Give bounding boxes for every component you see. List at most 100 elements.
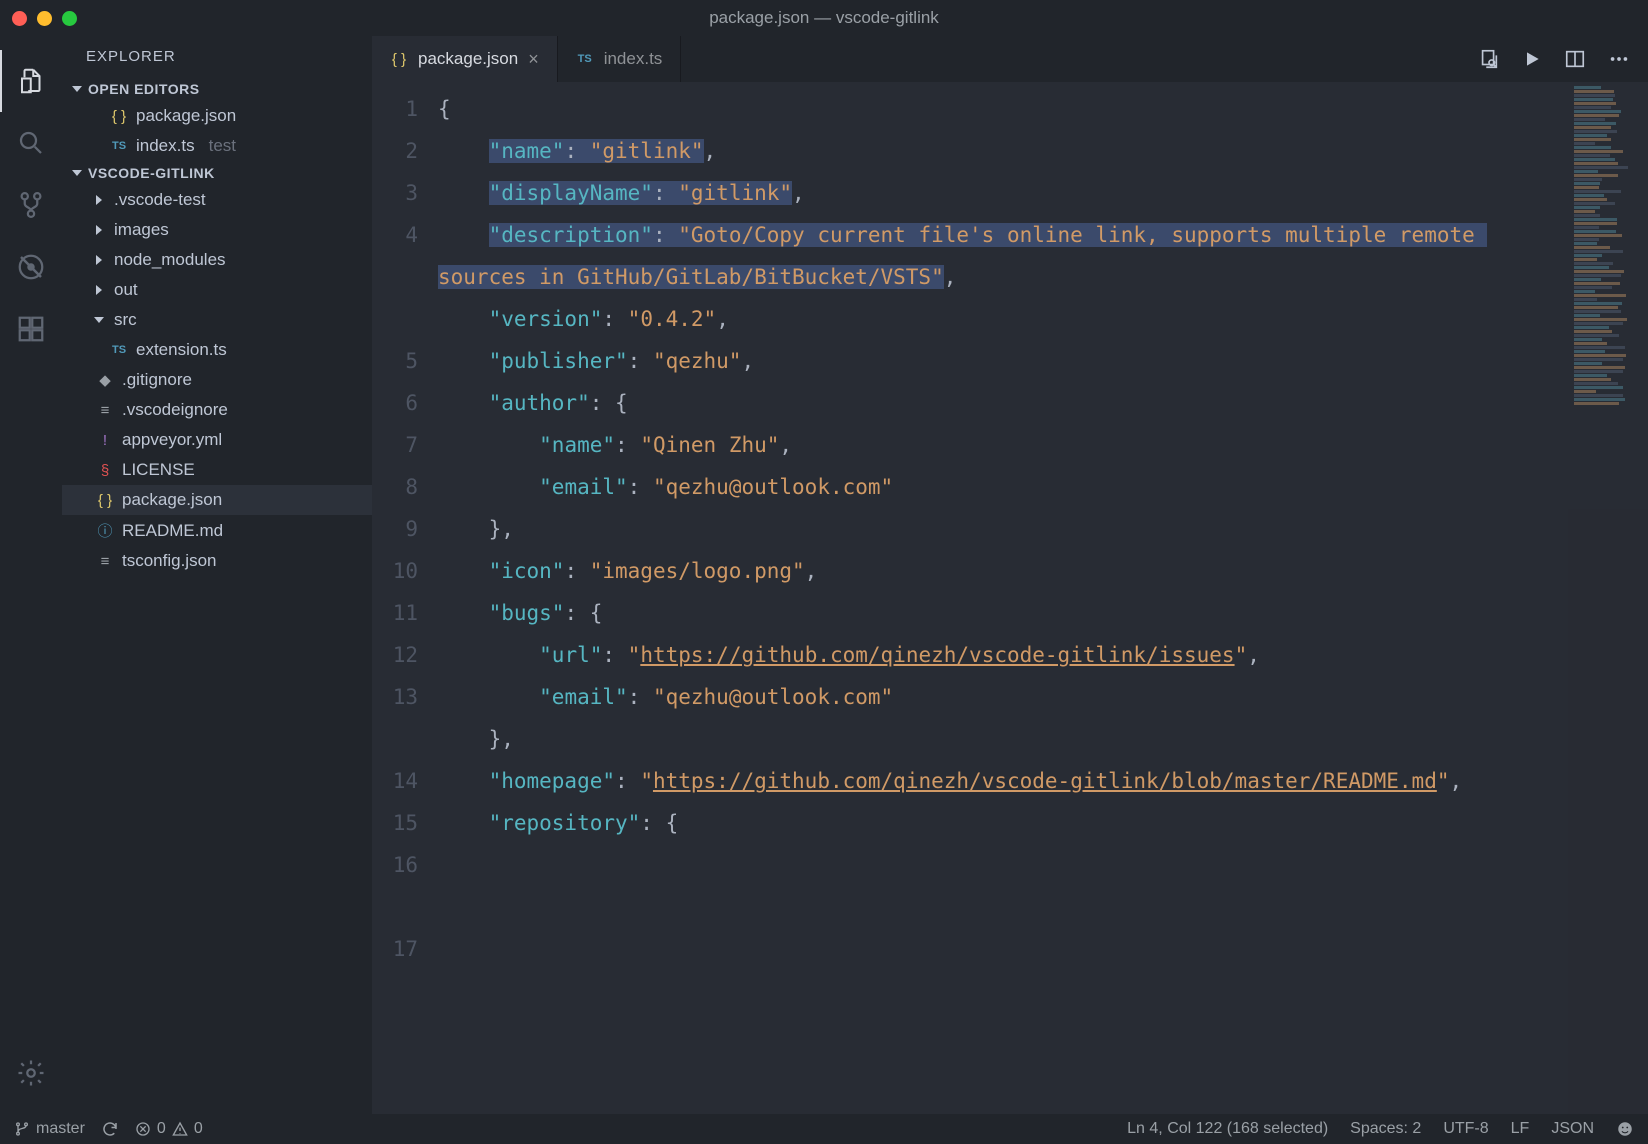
statusbar: master 0 0 Ln 4, Col 122 (168 selected) …: [0, 1114, 1648, 1144]
editor-tab[interactable]: TSindex.ts: [558, 36, 682, 82]
item-name: .vscode-test: [114, 190, 206, 210]
code-line[interactable]: "email": "qezhu@outlook.com": [438, 466, 1558, 508]
open-changes-icon[interactable]: [1478, 48, 1500, 70]
workspace-header[interactable]: VSCODE-GITLINK: [62, 161, 372, 185]
item-name: out: [114, 280, 138, 300]
file-suffix: test: [209, 136, 236, 156]
settings-gear-icon[interactable]: [0, 1042, 62, 1104]
editor-tab[interactable]: { }package.json×: [372, 36, 558, 82]
item-name: node_modules: [114, 250, 226, 270]
close-window-button[interactable]: [12, 11, 27, 26]
editor-body[interactable]: 1234567891011121314151617 { "name": "git…: [372, 82, 1648, 1114]
maximize-window-button[interactable]: [62, 11, 77, 26]
eol[interactable]: LF: [1511, 1120, 1530, 1138]
folder-item[interactable]: images: [62, 215, 372, 245]
code-line[interactable]: "name": "Qinen Zhu",: [438, 424, 1558, 466]
file-item[interactable]: ◆.gitignore: [62, 365, 372, 395]
workspace-label: VSCODE-GITLINK: [88, 165, 215, 181]
problems[interactable]: 0 0: [135, 1120, 203, 1138]
cursor-position[interactable]: Ln 4, Col 122 (168 selected): [1127, 1120, 1328, 1138]
file-item[interactable]: { }package.json: [62, 485, 372, 515]
indentation[interactable]: Spaces: 2: [1350, 1120, 1421, 1138]
file-name: package.json: [136, 106, 236, 126]
code-line[interactable]: "url": "https://github.com/qinezh/vscode…: [438, 634, 1558, 676]
editor-area: { }package.json×TSindex.ts 1234567891011…: [372, 36, 1648, 1114]
close-tab-icon[interactable]: ×: [528, 49, 539, 70]
feedback-icon[interactable]: [1616, 1120, 1634, 1138]
item-name: .gitignore: [122, 370, 192, 390]
run-icon[interactable]: [1522, 49, 1542, 69]
item-name: src: [114, 310, 137, 330]
language-mode[interactable]: JSON: [1551, 1120, 1594, 1138]
folder-item[interactable]: out: [62, 275, 372, 305]
code-line[interactable]: "bugs": {: [438, 592, 1558, 634]
code-line[interactable]: },: [438, 718, 1558, 760]
code[interactable]: { "name": "gitlink", "displayName": "git…: [438, 82, 1648, 1114]
folder-arrow-icon: [96, 225, 102, 235]
folder-arrow-icon: [96, 195, 102, 205]
gutter: 1234567891011121314151617: [372, 82, 438, 1114]
code-line[interactable]: {: [438, 88, 1558, 130]
chevron-down-icon: [72, 170, 82, 176]
sidebar-title: EXPLORER: [62, 36, 372, 77]
folder-item[interactable]: .vscode-test: [62, 185, 372, 215]
sync-icon[interactable]: [101, 1120, 119, 1138]
explorer-icon[interactable]: [0, 50, 62, 112]
item-name: appveyor.yml: [122, 430, 222, 450]
file-item[interactable]: TSextension.ts: [62, 335, 372, 365]
folder-arrow-icon: [94, 317, 104, 323]
file-item[interactable]: §LICENSE: [62, 455, 372, 485]
folder-arrow-icon: [96, 255, 102, 265]
git-branch[interactable]: master: [14, 1120, 85, 1138]
item-name: README.md: [122, 521, 223, 541]
item-name: images: [114, 220, 169, 240]
file-item[interactable]: ≡tsconfig.json: [62, 546, 372, 576]
extensions-icon[interactable]: [0, 298, 62, 360]
minimize-window-button[interactable]: [37, 11, 52, 26]
minimap[interactable]: [1568, 82, 1648, 1114]
item-name: extension.ts: [136, 340, 227, 360]
code-line[interactable]: "icon": "images/logo.png",: [438, 550, 1558, 592]
item-name: LICENSE: [122, 460, 195, 480]
code-line[interactable]: "homepage": "https://github.com/qinezh/v…: [438, 760, 1558, 802]
folder-item[interactable]: node_modules: [62, 245, 372, 275]
code-line[interactable]: },: [438, 508, 1558, 550]
warning-count: 0: [194, 1120, 203, 1138]
file-item[interactable]: ≡.vscodeignore: [62, 395, 372, 425]
search-icon[interactable]: [0, 112, 62, 174]
open-editors-header[interactable]: OPEN EDITORS: [62, 77, 372, 101]
titlebar: package.json — vscode-gitlink: [0, 0, 1648, 36]
split-editor-icon[interactable]: [1564, 48, 1586, 70]
tabs-bar: { }package.json×TSindex.ts: [372, 36, 1648, 82]
code-line[interactable]: "name": "gitlink",: [438, 130, 1558, 172]
item-name: .vscodeignore: [122, 400, 228, 420]
encoding[interactable]: UTF-8: [1443, 1120, 1488, 1138]
code-line[interactable]: "repository": {: [438, 802, 1558, 844]
open-editor-item[interactable]: { }package.json: [62, 101, 372, 131]
traffic-lights: [12, 11, 77, 26]
debug-icon[interactable]: [0, 236, 62, 298]
sidebar: EXPLORER OPEN EDITORS { }package.jsonTSi…: [62, 36, 372, 1114]
file-item[interactable]: ⓘREADME.md: [62, 515, 372, 546]
source-control-icon[interactable]: [0, 174, 62, 236]
error-count: 0: [157, 1120, 166, 1138]
tab-label: package.json: [418, 49, 518, 69]
code-line[interactable]: "publisher": "qezhu",: [438, 340, 1558, 382]
open-editor-item[interactable]: TSindex.tstest: [62, 131, 372, 161]
item-name: tsconfig.json: [122, 551, 217, 571]
item-name: package.json: [122, 490, 222, 510]
folder-item[interactable]: src: [62, 305, 372, 335]
activity-bar: [0, 36, 62, 1114]
folder-arrow-icon: [96, 285, 102, 295]
code-line[interactable]: "version": "0.4.2",: [438, 298, 1558, 340]
file-item[interactable]: !appveyor.yml: [62, 425, 372, 455]
more-actions-icon[interactable]: [1608, 48, 1630, 70]
code-line[interactable]: "email": "qezhu@outlook.com": [438, 676, 1558, 718]
code-line[interactable]: "displayName": "gitlink",: [438, 172, 1558, 214]
chevron-down-icon: [72, 86, 82, 92]
branch-name: master: [36, 1120, 85, 1138]
code-line[interactable]: "author": {: [438, 382, 1558, 424]
open-editors-label: OPEN EDITORS: [88, 81, 200, 97]
code-line[interactable]: "description": "Goto/Copy current file's…: [438, 214, 1558, 298]
file-name: index.ts: [136, 136, 195, 156]
